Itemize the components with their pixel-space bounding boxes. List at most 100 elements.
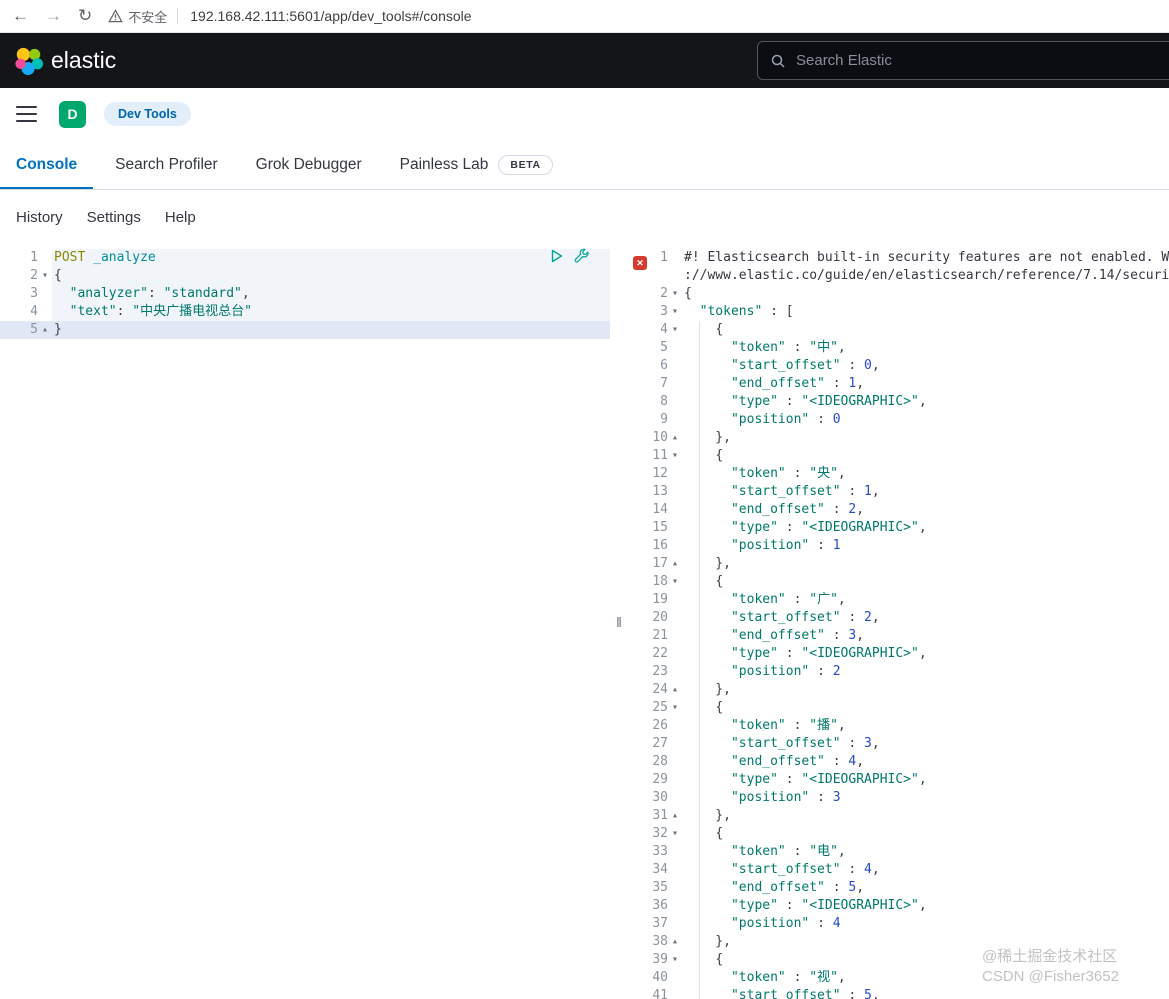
- fold-toggle-icon[interactable]: ▾: [668, 303, 682, 321]
- code-line[interactable]: 36 "type" : "<IDEOGRAPHIC>",: [628, 897, 1169, 915]
- code-line[interactable]: 35 "end_offset" : 5,: [628, 879, 1169, 897]
- hamburger-menu-icon[interactable]: [16, 105, 37, 123]
- code-line[interactable]: 7 "end_offset" : 1,: [628, 375, 1169, 393]
- elastic-logo-icon[interactable]: [14, 46, 44, 76]
- breadcrumb[interactable]: Dev Tools: [104, 102, 191, 126]
- tab-label: Search Profiler: [115, 155, 218, 173]
- code-line[interactable]: 25 ▾ {: [628, 699, 1169, 717]
- line-number: 6: [660, 358, 668, 373]
- code-line[interactable]: 17 ▴ },: [628, 555, 1169, 573]
- code-line[interactable]: 2 ▾{: [0, 267, 610, 285]
- tab-painless-lab[interactable]: Painless Lab BETA: [384, 140, 569, 189]
- code-line[interactable]: 1 #! Elasticsearch built-in security feat…: [628, 249, 1169, 267]
- help-button[interactable]: Help: [165, 209, 196, 226]
- code-line[interactable]: 5 ▴}: [0, 321, 610, 339]
- pane-resizer[interactable]: ‖: [610, 245, 628, 999]
- space-avatar[interactable]: D: [59, 100, 86, 128]
- fold-toggle-icon[interactable]: ▾: [668, 573, 682, 591]
- code-line[interactable]: 22 "type" : "<IDEOGRAPHIC>",: [628, 645, 1169, 663]
- browser-back-button[interactable]: ←: [12, 6, 29, 26]
- gutter: 6: [628, 357, 682, 375]
- fold-toggle-icon[interactable]: ▾: [668, 285, 682, 303]
- response-pane[interactable]: ✕ 1 #! Elasticsearch built-in security fe…: [628, 245, 1169, 999]
- code-line[interactable]: 11 ▾ {: [628, 447, 1169, 465]
- code-line[interactable]: 1 POST _analyze: [0, 249, 610, 267]
- code-line[interactable]: 10 ▴ },: [628, 429, 1169, 447]
- code-line[interactable]: 27 "start_offset" : 3,: [628, 735, 1169, 753]
- fold-toggle-icon[interactable]: ▴: [668, 555, 682, 573]
- console-editor: 1 POST _analyze 2 ▾{3 "analyzer": "standard…: [0, 245, 1169, 999]
- fold-toggle-icon[interactable]: ▴: [38, 321, 52, 339]
- line-number: 27: [652, 736, 668, 751]
- settings-button[interactable]: Settings: [87, 209, 141, 226]
- fold-toggle-icon[interactable]: ▾: [668, 951, 682, 969]
- code-line[interactable]: 24 ▴ },: [628, 681, 1169, 699]
- code-line[interactable]: 20 "start_offset" : 2,: [628, 609, 1169, 627]
- tab-grok-debugger[interactable]: Grok Debugger: [240, 140, 378, 189]
- code-line[interactable]: 30 "position" : 3: [628, 789, 1169, 807]
- browser-reload-button[interactable]: ↻: [78, 6, 92, 26]
- code-line[interactable]: 16 "position" : 1: [628, 537, 1169, 555]
- code-line[interactable]: 3 ▾ "tokens" : [: [628, 303, 1169, 321]
- code-line[interactable]: 26 "token" : "播",: [628, 717, 1169, 735]
- code-line[interactable]: 32 ▾ {: [628, 825, 1169, 843]
- line-number: 3: [660, 304, 668, 319]
- fold-toggle-icon[interactable]: ▾: [38, 267, 52, 285]
- code-line[interactable]: 6 "start_offset" : 0,: [628, 357, 1169, 375]
- code-line[interactable]: 4 ▾ {: [628, 321, 1169, 339]
- send-request-button[interactable]: [548, 248, 564, 264]
- code-text: POST _analyze: [52, 249, 610, 267]
- code-line[interactable]: 9 "position" : 0: [628, 411, 1169, 429]
- url-bar[interactable]: 192.168.42.111:5601/app/dev_tools#/conso…: [190, 8, 471, 24]
- code-line[interactable]: 41 "start_offset" : 5,: [628, 987, 1169, 999]
- code-line[interactable]: 8 "type" : "<IDEOGRAPHIC>",: [628, 393, 1169, 411]
- code-line[interactable]: 13 "start_offset" : 1,: [628, 483, 1169, 501]
- fold-toggle-icon[interactable]: ▴: [668, 429, 682, 447]
- code-text: },: [684, 682, 731, 697]
- wrench-icon[interactable]: [574, 248, 590, 264]
- code-line[interactable]: 14 "end_offset" : 2,: [628, 501, 1169, 519]
- code-line[interactable]: 12 "token" : "央",: [628, 465, 1169, 483]
- code-line[interactable]: 23 "position" : 2: [628, 663, 1169, 681]
- browser-forward-button[interactable]: →: [45, 6, 62, 26]
- code-line[interactable]: 21 "end_offset" : 3,: [628, 627, 1169, 645]
- tab-search-profiler[interactable]: Search Profiler: [99, 140, 234, 189]
- tab-console[interactable]: Console: [0, 140, 93, 189]
- fold-toggle-icon[interactable]: ▴: [668, 681, 682, 699]
- history-button[interactable]: History: [16, 209, 63, 226]
- fold-toggle-icon[interactable]: ▾: [668, 699, 682, 717]
- code-line[interactable]: 28 "end_offset" : 4,: [628, 753, 1169, 771]
- code-line[interactable]: 4 "text": "中央广播电视总台": [0, 303, 610, 321]
- tab-label: Console: [16, 155, 78, 173]
- fold-toggle-icon[interactable]: ▾: [668, 321, 682, 339]
- code-line[interactable]: 19 "token" : "广",: [628, 591, 1169, 609]
- gutter: 29: [628, 771, 682, 789]
- fold-toggle-icon[interactable]: ▴: [668, 807, 682, 825]
- code-line[interactable]: 5 "token" : "中",: [628, 339, 1169, 357]
- security-label[interactable]: 不安全: [128, 7, 167, 26]
- code-line[interactable]: 15 "type" : "<IDEOGRAPHIC>",: [628, 519, 1169, 537]
- global-search[interactable]: [757, 41, 1169, 80]
- code-line[interactable]: 29 "type" : "<IDEOGRAPHIC>",: [628, 771, 1169, 789]
- gutter: 2 ▾: [628, 285, 682, 303]
- code-line[interactable]: 31 ▴ },: [628, 807, 1169, 825]
- line-number: 41: [652, 988, 668, 999]
- code-line[interactable]: 37 "position" : 4: [628, 915, 1169, 933]
- request-pane[interactable]: 1 POST _analyze 2 ▾{3 "analyzer": "standard…: [0, 245, 610, 999]
- fold-toggle-icon[interactable]: ▴: [668, 933, 682, 951]
- code-line[interactable]: ://www.elastic.co/guide/en/elasticsearch…: [628, 267, 1169, 285]
- code-line[interactable]: 34 "start_offset" : 4,: [628, 861, 1169, 879]
- code-text: "type" : "<IDEOGRAPHIC>",: [730, 898, 927, 913]
- code-line[interactable]: 18 ▾ {: [628, 573, 1169, 591]
- gutter: 18 ▾: [628, 573, 682, 591]
- fold-toggle-icon[interactable]: ▾: [668, 825, 682, 843]
- code-text: "position" : 1: [730, 538, 841, 553]
- code-text: {: [715, 574, 724, 589]
- code-line[interactable]: 33 "token" : "电",: [628, 843, 1169, 861]
- code-line[interactable]: 2 ▾{: [628, 285, 1169, 303]
- search-input[interactable]: [794, 51, 1114, 70]
- gutter: 4: [0, 303, 52, 321]
- gutter: 40: [628, 969, 682, 987]
- fold-toggle-icon[interactable]: ▾: [668, 447, 682, 465]
- code-line[interactable]: 3 "analyzer": "standard",: [0, 285, 610, 303]
